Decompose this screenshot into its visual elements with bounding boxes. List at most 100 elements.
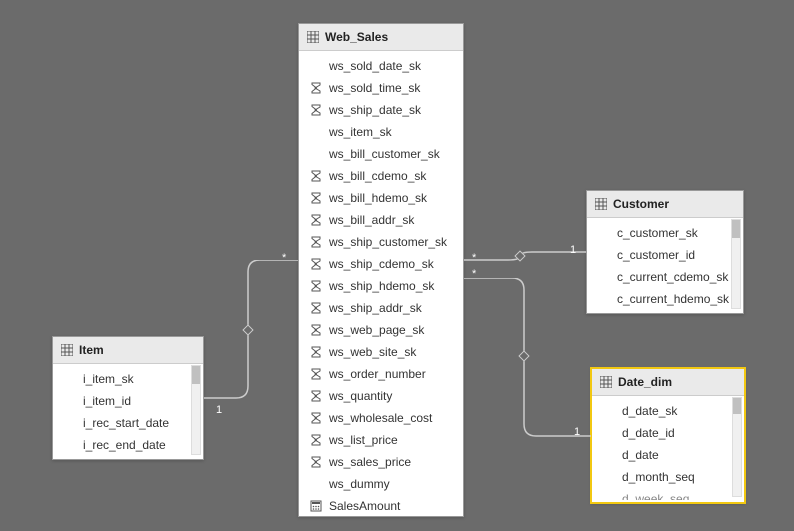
field-row[interactable]: d_date_sk (592, 400, 744, 422)
field-row[interactable]: ws_ship_customer_sk (299, 231, 463, 253)
table-header-web-sales[interactable]: Web_Sales (299, 24, 463, 51)
table-header-item[interactable]: Item (53, 337, 203, 364)
blank-icon (597, 270, 611, 284)
field-row[interactable]: ws_wholesale_cost (299, 407, 463, 429)
field-row[interactable]: d_date_id (592, 422, 744, 444)
field-label: ws_sales_price (329, 453, 411, 471)
field-label: ws_wholesale_cost (329, 409, 432, 427)
scrollbar[interactable] (731, 219, 741, 309)
sigma-icon (309, 345, 323, 359)
field-label: d_week_seq (622, 490, 689, 500)
field-row[interactable]: ws_bill_customer_sk (299, 143, 463, 165)
field-row[interactable]: ws_sold_time_sk (299, 77, 463, 99)
sigma-icon (309, 279, 323, 293)
field-row[interactable]: SalesAmount (299, 495, 463, 517)
sigma-icon (309, 455, 323, 469)
scrollbar[interactable] (191, 365, 201, 455)
field-row[interactable]: ws_list_price (299, 429, 463, 451)
field-label: ws_list_price (329, 431, 398, 449)
cardinality-label: * (472, 268, 476, 280)
table-icon (595, 198, 607, 210)
field-row[interactable]: ws_quantity (299, 385, 463, 407)
field-list-date-dim: d_date_sk d_date_id d_date d_month_seq d… (592, 396, 744, 500)
sigma-icon (309, 235, 323, 249)
blank-icon (63, 394, 77, 408)
field-row[interactable]: c_customer_id (587, 244, 743, 266)
relationship-diamond-icon (514, 250, 525, 261)
sigma-icon (309, 169, 323, 183)
cardinality-label: 1 (216, 404, 222, 416)
field-row[interactable]: i_rec_start_date (53, 412, 203, 434)
relationship-diamond-icon (518, 350, 529, 361)
field-list-item: i_item_sk i_item_id i_rec_start_date i_r… (53, 364, 203, 458)
field-label: i_rec_start_date (83, 414, 169, 432)
field-row[interactable]: ws_ship_date_sk (299, 99, 463, 121)
field-label: i_item_sk (83, 370, 134, 388)
table-header-date-dim[interactable]: Date_dim (592, 369, 744, 396)
field-label: ws_ship_cdemo_sk (329, 255, 434, 273)
field-row[interactable]: ws_item_sk (299, 121, 463, 143)
scrollbar[interactable] (732, 397, 742, 497)
field-row[interactable]: i_item_id (53, 390, 203, 412)
field-row[interactable]: ws_web_site_sk (299, 341, 463, 363)
blank-icon (309, 125, 323, 139)
field-row[interactable]: c_current_hdemo_sk (587, 288, 743, 310)
field-row[interactable]: ws_web_page_sk (299, 319, 463, 341)
field-row[interactable]: ws_ship_hdemo_sk (299, 275, 463, 297)
table-web-sales[interactable]: Web_Sales ws_sold_date_sk ws_sold_time_sk… (298, 23, 464, 517)
field-row[interactable]: ws_sales_price (299, 451, 463, 473)
table-date-dim[interactable]: Date_dim d_date_sk d_date_id d_date d_mo… (591, 368, 745, 503)
sigma-icon (309, 323, 323, 337)
field-row[interactable]: c_customer_sk (587, 222, 743, 244)
field-row[interactable]: d_date (592, 444, 744, 466)
table-icon (61, 344, 73, 356)
field-row[interactable]: c_current_cdemo_sk (587, 266, 743, 288)
table-icon (600, 376, 612, 388)
field-label: ws_order_number (329, 365, 426, 383)
field-row[interactable]: ws_ship_addr_sk (299, 297, 463, 319)
sigma-icon (309, 367, 323, 381)
field-label: ws_web_page_sk (329, 321, 424, 339)
field-label: ws_bill_addr_sk (329, 211, 414, 229)
table-customer[interactable]: Customer c_customer_sk c_customer_id c_c… (586, 190, 744, 314)
table-header-customer[interactable]: Customer (587, 191, 743, 218)
blank-icon (597, 226, 611, 240)
field-label: i_rec_end_date (83, 436, 166, 454)
field-label: ws_web_site_sk (329, 343, 416, 361)
blank-icon (602, 448, 616, 462)
cardinality-label: 1 (574, 426, 580, 438)
field-row[interactable]: ws_sold_date_sk (299, 55, 463, 77)
field-row[interactable]: ws_dummy (299, 473, 463, 495)
relationship-diamond-icon (242, 324, 253, 335)
field-label: SalesAmount (329, 497, 400, 515)
field-list-web-sales: ws_sold_date_sk ws_sold_time_skws_ship_da… (299, 51, 463, 521)
field-label: ws_sold_date_sk (329, 57, 421, 75)
field-label: ws_ship_hdemo_sk (329, 277, 434, 295)
field-row[interactable]: ws_order_number (299, 363, 463, 385)
blank-icon (597, 248, 611, 262)
field-row[interactable]: ws_bill_addr_sk (299, 209, 463, 231)
sigma-icon (309, 103, 323, 117)
scrollbar-thumb[interactable] (732, 220, 740, 238)
field-label: ws_bill_hdemo_sk (329, 189, 427, 207)
sigma-icon (309, 433, 323, 447)
scrollbar-thumb[interactable] (192, 366, 200, 384)
sigma-icon (309, 81, 323, 95)
table-item[interactable]: Item i_item_sk i_item_id i_rec_start_dat… (52, 336, 204, 460)
field-row[interactable]: ws_bill_cdemo_sk (299, 165, 463, 187)
field-label: d_date (622, 446, 659, 464)
field-label: ws_dummy (329, 475, 390, 493)
table-title: Item (79, 343, 104, 357)
field-row[interactable]: i_item_sk (53, 368, 203, 390)
sigma-icon (309, 411, 323, 425)
blank-icon (602, 404, 616, 418)
blank-icon (63, 372, 77, 386)
scrollbar-thumb[interactable] (733, 398, 741, 414)
field-row[interactable]: d_month_seq (592, 466, 744, 488)
sigma-icon (309, 213, 323, 227)
field-row[interactable]: i_rec_end_date (53, 434, 203, 456)
field-row[interactable]: d_week_seq (592, 488, 744, 500)
blank-icon (309, 147, 323, 161)
field-row[interactable]: ws_ship_cdemo_sk (299, 253, 463, 275)
field-row[interactable]: ws_bill_hdemo_sk (299, 187, 463, 209)
